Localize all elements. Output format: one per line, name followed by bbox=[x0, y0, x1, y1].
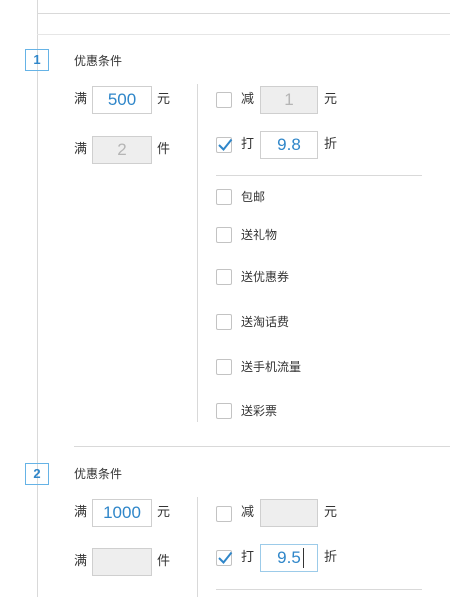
top-card-bottom-border bbox=[37, 13, 450, 14]
outer-frame-left-line bbox=[37, 0, 38, 597]
gift-checkbox[interactable] bbox=[216, 227, 232, 243]
free-shipping-checkbox[interactable] bbox=[216, 189, 232, 205]
discount-checkbox[interactable] bbox=[216, 137, 233, 153]
gift-label: 送礼物 bbox=[241, 228, 278, 242]
column-divider bbox=[197, 497, 198, 597]
section-separator bbox=[74, 446, 450, 447]
discount-rate-input[interactable]: 9.5 bbox=[260, 544, 318, 572]
minus-unit-label: 元 bbox=[324, 92, 338, 107]
section-title: 优惠条件 bbox=[74, 467, 123, 481]
amount-unit-label: 元 bbox=[157, 505, 171, 520]
phone-credit-checkbox[interactable] bbox=[216, 314, 232, 330]
lottery-checkbox[interactable] bbox=[216, 403, 232, 419]
free-shipping-label: 包邮 bbox=[241, 190, 266, 204]
quantity-prefix-label: 满 bbox=[74, 554, 88, 569]
lottery-label: 送彩票 bbox=[241, 404, 278, 418]
minus-checkbox[interactable] bbox=[216, 506, 232, 522]
quantity-threshold-input[interactable]: 2 bbox=[92, 136, 152, 164]
amount-unit-label: 元 bbox=[157, 92, 171, 107]
discount-checkbox[interactable] bbox=[216, 550, 233, 566]
minus-amount-input[interactable]: 1 bbox=[260, 86, 318, 114]
coupon-checkbox[interactable] bbox=[216, 269, 232, 285]
quantity-unit-label: 件 bbox=[157, 142, 171, 157]
quantity-unit-label: 件 bbox=[157, 554, 171, 569]
amount-threshold-input[interactable]: 500 bbox=[92, 86, 152, 114]
section-title: 优惠条件 bbox=[74, 54, 123, 68]
discount-unit-label: 折 bbox=[324, 137, 338, 152]
minus-checkbox[interactable] bbox=[216, 92, 232, 108]
quantity-prefix-label: 满 bbox=[74, 142, 88, 157]
mobile-data-label: 送手机流量 bbox=[241, 360, 302, 374]
mobile-data-checkbox[interactable] bbox=[216, 359, 232, 375]
options-divider bbox=[216, 175, 422, 176]
options-divider bbox=[216, 589, 422, 590]
amount-threshold-input[interactable]: 1000 bbox=[92, 499, 152, 527]
section-index-badge: 1 bbox=[25, 49, 49, 71]
minus-amount-input[interactable] bbox=[260, 499, 318, 527]
discount-rate-input[interactable]: 9.8 bbox=[260, 131, 318, 159]
discount-label: 打 bbox=[241, 137, 255, 152]
phone-credit-label: 送淘话费 bbox=[241, 315, 290, 329]
discount-unit-label: 折 bbox=[324, 550, 338, 565]
discount-label: 打 bbox=[241, 550, 255, 565]
minus-label: 减 bbox=[241, 92, 255, 107]
amount-prefix-label: 满 bbox=[74, 92, 88, 107]
minus-label: 减 bbox=[241, 505, 255, 520]
checkmark-icon bbox=[218, 138, 233, 151]
text-caret bbox=[303, 548, 304, 568]
column-divider bbox=[197, 84, 198, 422]
checkmark-icon bbox=[218, 551, 233, 564]
minus-unit-label: 元 bbox=[324, 505, 338, 520]
section1-top-border bbox=[37, 34, 450, 35]
quantity-threshold-input[interactable] bbox=[92, 548, 152, 576]
amount-prefix-label: 满 bbox=[74, 505, 88, 520]
section-index-badge: 2 bbox=[25, 463, 49, 485]
coupon-label: 送优惠券 bbox=[241, 270, 290, 284]
